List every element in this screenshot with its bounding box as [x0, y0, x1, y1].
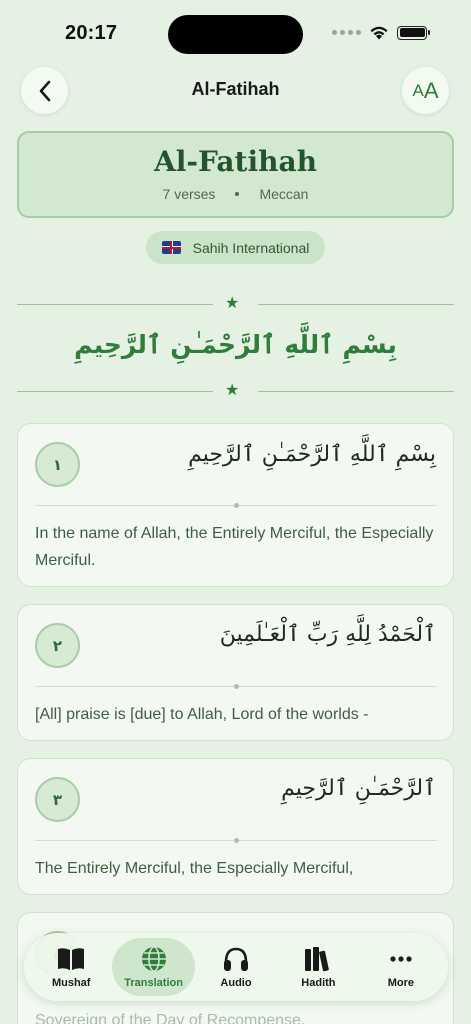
verse-separator	[35, 503, 437, 508]
verse-arabic: ٱلْحَمْدُ لِلَّهِ رَبِّ ٱلْعَـٰلَمِينَ	[219, 622, 436, 647]
bottom-tab-bar: Mushaf Translation Audio Hadith More	[24, 933, 448, 1001]
tab-mushaf[interactable]: Mushaf	[30, 938, 112, 996]
status-bar: 20:17	[0, 0, 471, 62]
verse-separator	[35, 684, 437, 689]
ornament-divider-bottom: ★	[17, 382, 454, 399]
ellipsis-icon	[390, 956, 412, 962]
verse-translation: The Entirely Merciful, the Especially Me…	[35, 860, 354, 877]
font-size-button[interactable]: AA	[402, 67, 449, 114]
translation-selector[interactable]: Sahih International	[146, 231, 325, 264]
star-icon: ★	[225, 382, 240, 399]
verse-translation: [All] praise is [due] to Allah, Lord of …	[35, 706, 369, 723]
uk-flag-icon	[161, 241, 181, 254]
verse-number: ٢	[35, 623, 80, 668]
tab-label: Mushaf	[51, 977, 91, 989]
verse-number: ١	[35, 442, 80, 487]
globe-icon	[141, 946, 166, 972]
bismillah: بِسْمِ ٱللَّهِ ٱلرَّحْمَـٰنِ ٱلرَّحِيمِ	[74, 330, 397, 359]
verse-arabic: ٱلرَّحْمَـٰنِ ٱلرَّحِيمِ	[281, 776, 436, 801]
verse-translation: Sovereign of the Day of Recompense.	[35, 1012, 306, 1024]
headphones-icon	[224, 947, 249, 971]
ornament-divider-top: ★	[17, 295, 454, 312]
verse-separator	[35, 838, 437, 843]
font-size-large-label: A	[423, 77, 439, 103]
font-size-small-label: A	[412, 80, 424, 100]
verse-number: ٣	[35, 777, 80, 822]
battery-icon	[397, 25, 430, 40]
revelation-type: Meccan	[259, 186, 309, 202]
tab-audio[interactable]: Audio	[195, 938, 277, 996]
tab-hadith[interactable]: Hadith	[277, 938, 359, 996]
tab-label: Audio	[220, 977, 252, 989]
meta-separator	[235, 192, 240, 196]
tab-label: More	[387, 977, 414, 989]
tab-translation[interactable]: Translation	[112, 938, 195, 996]
verse-translation: In the name of Allah, the Entirely Merci…	[35, 525, 434, 569]
verse-arabic: بِسْمِ ٱللَّهِ ٱلرَّحْمَـٰنِ ٱلرَّحِيمِ	[188, 442, 436, 467]
verse-card[interactable]: ٢ ٱلْحَمْدُ لِلَّهِ رَبِّ ٱلْعَـٰلَمِينَ…	[17, 604, 454, 741]
status-icons	[332, 25, 430, 40]
page-title: Al-Fatihah	[191, 79, 280, 99]
tab-more[interactable]: More	[360, 938, 442, 996]
signal-icon	[332, 30, 361, 35]
book-icon	[58, 948, 85, 970]
surah-meta: 7 verses Meccan	[19, 186, 452, 202]
verse-card[interactable]: ٣ ٱلرَّحْمَـٰنِ ٱلرَّحِيمِ The Entirely …	[17, 758, 454, 895]
surah-header-card: Al-Fatihah 7 verses Meccan	[17, 131, 454, 218]
wifi-icon	[370, 26, 388, 40]
verse-count: 7 verses	[162, 186, 216, 202]
translation-label: Sahih International	[192, 239, 310, 256]
status-time: 20:17	[65, 22, 118, 44]
tab-label: Translation	[124, 977, 183, 989]
surah-name: Al-Fatihah	[154, 145, 317, 178]
tab-label: Hadith	[301, 977, 336, 989]
verse-card[interactable]: ١ بِسْمِ ٱللَّهِ ٱلرَّحْمَـٰنِ ٱلرَّحِيم…	[17, 423, 454, 587]
books-icon	[305, 947, 330, 972]
dynamic-island	[168, 15, 303, 54]
star-icon: ★	[225, 295, 240, 312]
